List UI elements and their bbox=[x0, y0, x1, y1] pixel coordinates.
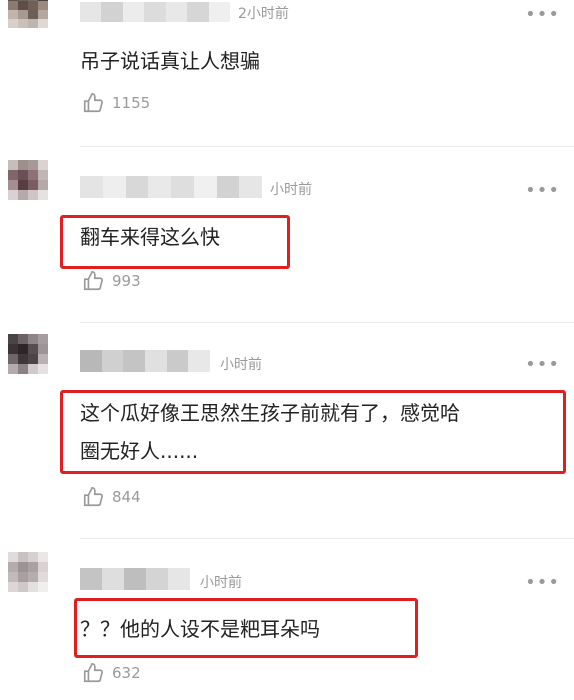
username-blurred[interactable] bbox=[80, 350, 210, 372]
more-dots-icon[interactable]: ••• bbox=[525, 182, 560, 200]
thumbs-up-icon bbox=[83, 663, 103, 683]
comment-text: 吊子说话真让人想骗 bbox=[80, 49, 260, 73]
more-dots-icon[interactable]: ••• bbox=[525, 356, 560, 374]
like-count: 993 bbox=[112, 272, 141, 290]
like-count: 844 bbox=[112, 488, 141, 506]
comment-time: 2小时前 bbox=[238, 6, 289, 22]
highlight-box bbox=[60, 215, 290, 269]
username-blurred[interactable] bbox=[80, 2, 230, 22]
divider bbox=[80, 538, 574, 539]
avatar[interactable] bbox=[8, 552, 48, 592]
like-count: 1155 bbox=[112, 94, 151, 112]
like-button[interactable]: 632 bbox=[82, 662, 141, 684]
divider bbox=[80, 146, 574, 147]
avatar[interactable] bbox=[8, 0, 48, 28]
avatar[interactable] bbox=[8, 160, 48, 200]
comment-time: 小时前 bbox=[200, 575, 242, 591]
highlight-box bbox=[60, 390, 566, 474]
like-button[interactable]: 844 bbox=[82, 486, 141, 508]
thumbs-up-icon bbox=[83, 93, 103, 113]
avatar[interactable] bbox=[8, 334, 48, 374]
highlight-box bbox=[74, 598, 418, 658]
comment-time: 小时前 bbox=[270, 182, 312, 198]
more-dots-icon[interactable]: ••• bbox=[525, 574, 560, 592]
divider bbox=[80, 322, 574, 323]
thumbs-up-icon bbox=[83, 271, 103, 291]
more-dots-icon[interactable]: ••• bbox=[525, 6, 560, 24]
thumbs-up-icon bbox=[83, 487, 103, 507]
username-blurred[interactable] bbox=[80, 176, 262, 198]
like-button[interactable]: 1155 bbox=[82, 92, 150, 114]
comment-time: 小时前 bbox=[220, 357, 262, 373]
like-button[interactable]: 993 bbox=[82, 270, 141, 292]
like-count: 632 bbox=[112, 664, 141, 682]
username-blurred[interactable] bbox=[80, 568, 190, 590]
